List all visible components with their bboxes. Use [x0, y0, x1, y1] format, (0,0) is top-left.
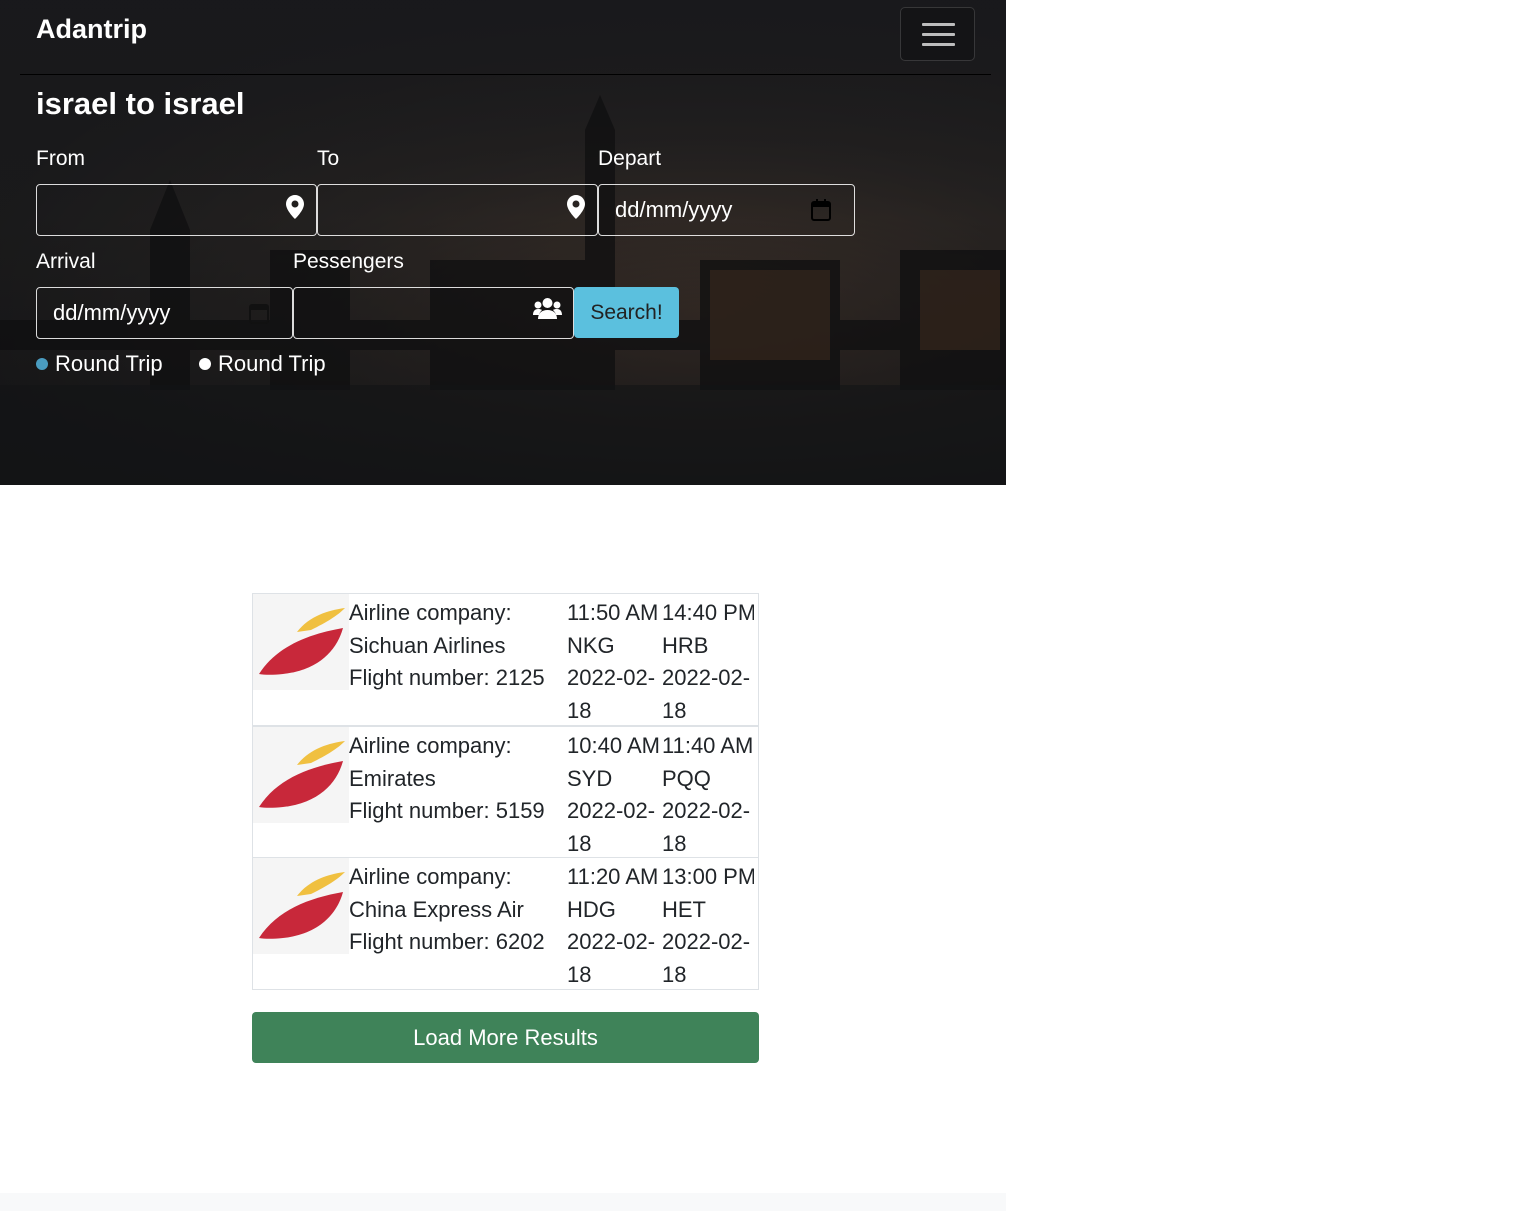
- hamburger-icon-bar: [922, 33, 955, 36]
- location-pin-icon: [286, 195, 304, 219]
- hamburger-icon: [922, 23, 955, 26]
- arrival-info: 11:40 AM PQQ 2022-02- 18: [662, 730, 754, 860]
- menu-toggle-button[interactable]: [900, 7, 975, 61]
- airline-wing-icon: [259, 608, 345, 675]
- departure-airport: NKG: [567, 632, 615, 658]
- arrival-date: 2022-02-: [662, 929, 751, 954]
- calendar-icon[interactable]: [249, 302, 269, 324]
- arrival-info: 13:00 PM HET 2022-02- 18: [662, 861, 754, 991]
- departure-info: 11:20 AM HDG 2022-02- 18: [567, 861, 659, 991]
- load-more-results-button[interactable]: Load More Results: [252, 1012, 759, 1063]
- to-input[interactable]: [317, 184, 598, 236]
- departure-date: 2022-02-: [567, 929, 656, 954]
- trip-option-round-trip-1[interactable]: Round Trip: [36, 351, 163, 377]
- passengers-label: Pessengers: [293, 250, 404, 273]
- flight-result-row[interactable]: Airline company: Sichuan Airlines Flight…: [253, 594, 758, 726]
- departure-date-day: 18: [567, 961, 592, 987]
- from-label: From: [36, 147, 85, 170]
- users-icon: [533, 298, 562, 319]
- radio-unselected-icon[interactable]: [199, 358, 211, 370]
- footer: [0, 1193, 1006, 1211]
- airline-wing-icon: [259, 741, 345, 808]
- location-pin-icon: [567, 195, 585, 219]
- airline-company-name: Emirates: [349, 765, 436, 791]
- depart-label: Depart: [598, 147, 662, 170]
- airline-wing-icon: [259, 872, 345, 939]
- departure-date: 2022-02-: [567, 798, 656, 823]
- flight-result-row[interactable]: Airline company: Emirates Flight number:…: [253, 726, 758, 858]
- flight-number: Flight number: 2125: [349, 665, 545, 690]
- arrival-date-day: 18: [662, 697, 687, 723]
- arrival-airport: HRB: [662, 632, 709, 658]
- departure-time: 11:20 AM: [567, 864, 659, 889]
- calendar-icon[interactable]: [811, 199, 831, 221]
- arrival-date: 2022-02-: [662, 665, 751, 690]
- arrival-time: 11:40 AM: [662, 733, 754, 758]
- flight-result-row[interactable]: Airline company: China Express Air Fligh…: [253, 858, 758, 990]
- departure-date-day: 18: [567, 697, 592, 723]
- departure-time: 11:50 AM: [567, 600, 659, 625]
- page-title: israel to israel: [36, 86, 245, 121]
- departure-info: 10:40 AM SYD 2022-02- 18: [567, 730, 659, 860]
- from-input[interactable]: [36, 184, 317, 236]
- trip-option-label: Round Trip: [55, 351, 163, 376]
- departure-date: 2022-02-: [567, 665, 656, 690]
- brand-logo[interactable]: Adantrip: [36, 14, 147, 45]
- flight-results-table: Airline company: Sichuan Airlines Flight…: [252, 593, 759, 990]
- airline-company-label: Airline company:: [349, 733, 512, 758]
- hamburger-icon-bar: [922, 43, 955, 46]
- departure-airport: SYD: [567, 765, 613, 791]
- radio-selected-icon[interactable]: [36, 358, 48, 370]
- arrival-info: 14:40 PM HRB 2022-02- 18: [662, 597, 754, 727]
- arrival-time: 13:00 PM: [662, 864, 754, 889]
- arrival-date-day: 18: [662, 830, 687, 856]
- departure-info: 11:50 AM NKG 2022-02- 18: [567, 597, 659, 727]
- flight-info: Airline company: China Express Air Fligh…: [349, 861, 563, 959]
- airline-logo: [253, 594, 349, 690]
- navbar: Adantrip: [20, 0, 991, 75]
- flight-number: Flight number: 5159: [349, 798, 545, 823]
- airline-logo: [253, 727, 349, 823]
- trip-option-round-trip-2[interactable]: Round Trip: [199, 351, 326, 377]
- arrival-airport: PQQ: [662, 765, 711, 791]
- passengers-input[interactable]: [293, 287, 574, 339]
- airline-company-name: Sichuan Airlines: [349, 632, 506, 658]
- arrival-date: 2022-02-: [662, 798, 751, 823]
- arrival-label: Arrival: [36, 250, 96, 273]
- to-label: To: [317, 147, 340, 170]
- departure-time: 10:40 AM: [567, 733, 659, 758]
- arrival-date-day: 18: [662, 961, 687, 987]
- hero-banner: Adantrip israel to israel From To Depart…: [0, 0, 1006, 485]
- airline-logo: [253, 858, 349, 954]
- departure-date-day: 18: [567, 830, 592, 856]
- flight-info: Airline company: Sichuan Airlines Flight…: [349, 597, 563, 695]
- airline-company-label: Airline company:: [349, 864, 512, 889]
- departure-airport: HDG: [567, 896, 616, 922]
- arrival-time: 14:40 PM: [662, 600, 754, 625]
- flight-number: Flight number: 6202: [349, 929, 545, 954]
- trip-option-label: Round Trip: [218, 351, 326, 376]
- airline-company-label: Airline company:: [349, 600, 512, 625]
- flight-info: Airline company: Emirates Flight number:…: [349, 730, 563, 828]
- arrival-airport: HET: [662, 896, 706, 922]
- search-button[interactable]: Search!: [574, 287, 679, 338]
- airline-company-name: China Express Air: [349, 896, 524, 922]
